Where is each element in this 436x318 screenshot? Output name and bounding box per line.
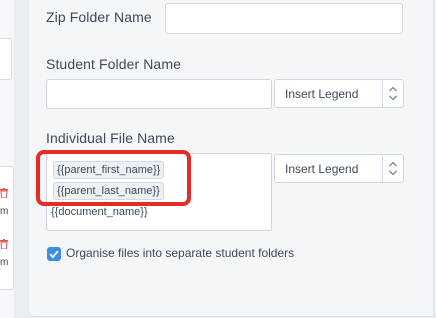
annotation-highlight <box>36 150 191 206</box>
list-item-text: m <box>0 257 9 268</box>
trash-icon[interactable] <box>0 236 8 250</box>
select-value: Insert Legend <box>285 162 359 176</box>
organise-checkbox[interactable] <box>47 247 61 261</box>
zip-folder-input[interactable] <box>165 3 403 34</box>
chevron-up-down-icon <box>382 155 403 182</box>
organise-label: Organise files into separate student fol… <box>66 246 295 260</box>
trash-icon[interactable] <box>0 185 8 199</box>
checkmark-icon <box>49 250 59 259</box>
student-folder-input[interactable] <box>46 79 272 109</box>
chevron-up-down-icon <box>382 80 403 107</box>
individual-file-label: Individual File Name <box>46 130 175 146</box>
student-folder-label: Student Folder Name <box>46 56 181 72</box>
insert-legend-select[interactable]: Insert Legend <box>274 79 404 108</box>
left-card <box>0 38 12 80</box>
select-value: Insert Legend <box>285 87 359 101</box>
list-item-text: m <box>0 206 9 217</box>
insert-legend-select[interactable]: Insert Legend <box>274 154 404 183</box>
legend-token-text: {{document_name}} <box>51 206 148 218</box>
zip-folder-label: Zip Folder Name <box>46 9 152 25</box>
